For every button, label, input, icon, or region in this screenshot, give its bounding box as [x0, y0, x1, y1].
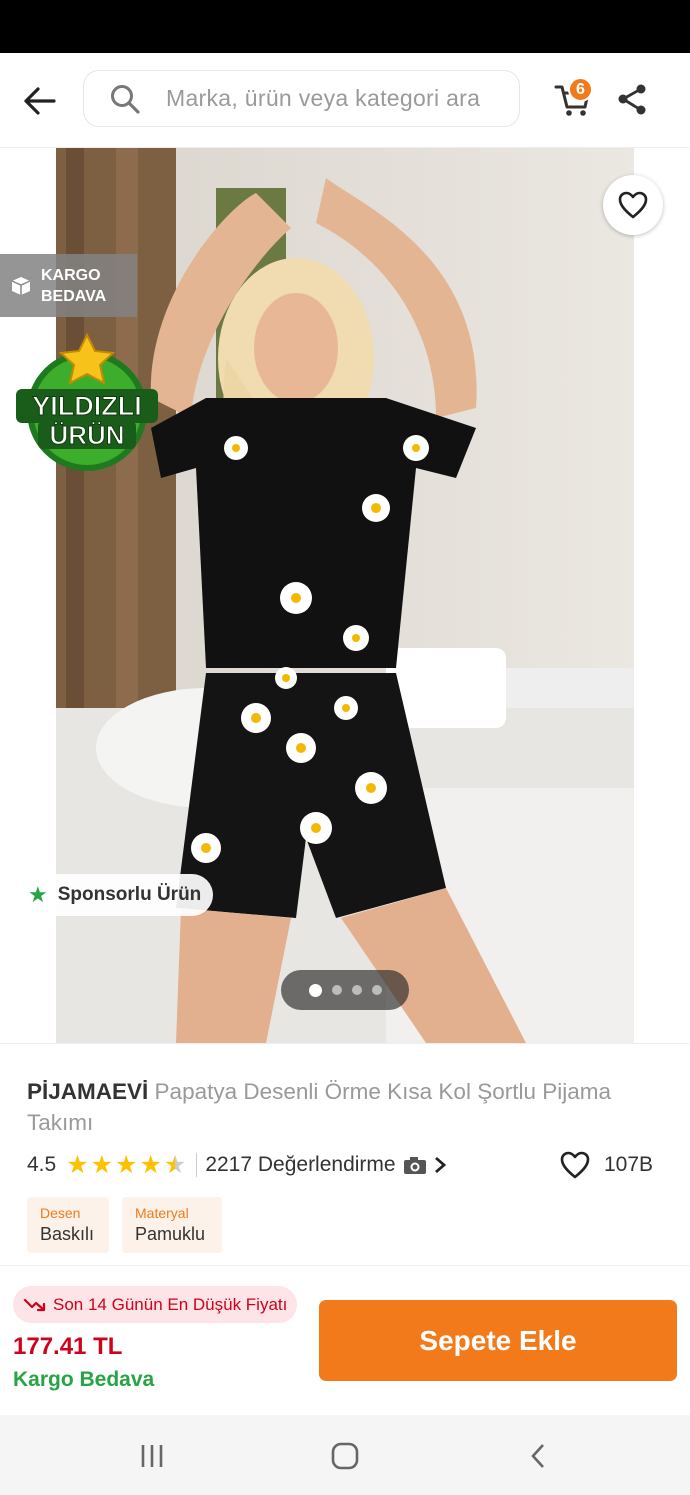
star-icon: ★	[66, 1150, 89, 1179]
add-to-cart-button[interactable]: Sepete Ekle	[319, 1300, 677, 1381]
yildizli-line-2: ÜRÜN	[49, 420, 124, 450]
chevron-left-icon	[531, 1444, 544, 1468]
camera-icon	[403, 1157, 426, 1174]
review-count: 2217 Değerlendirme	[205, 1153, 396, 1176]
home-icon	[331, 1442, 359, 1470]
lowest-price-badge: Son 14 Günün En Düşük Fiyatı	[13, 1286, 298, 1323]
sponsored-label: Sponsorlu Ürün	[57, 884, 202, 905]
pager-dot[interactable]	[351, 985, 362, 995]
attribute-value: Baskılı	[40, 1224, 95, 1244]
lowest-price-label: Son 14 Günün En Düşük Fiyatı	[53, 1294, 288, 1314]
heart-icon	[618, 191, 648, 219]
box-icon	[11, 276, 31, 295]
pager-dot[interactable]	[308, 983, 322, 997]
sponsored-tag: ★ Sponsorlu Ürün	[18, 874, 214, 916]
star-icon: ★	[28, 882, 48, 907]
star-icon: ★	[139, 1150, 162, 1179]
product-gallery[interactable]: KARGO BEDAVA YILDIZLI ÜRÜN ★ Sponsorlu Ü…	[0, 148, 690, 1043]
back-nav-button[interactable]	[518, 1439, 558, 1473]
status-bar	[0, 0, 690, 53]
arrow-left-icon	[24, 87, 56, 115]
starred-product-badge: YILDIZLI ÜRÜN	[12, 332, 162, 475]
recents-button[interactable]	[132, 1439, 172, 1473]
attribute-value: Pamuklu	[135, 1224, 206, 1244]
brand-name[interactable]: PİJAMAEVİ	[27, 1079, 148, 1104]
image-pager[interactable]	[281, 970, 409, 1010]
star-icon: ★	[115, 1150, 138, 1179]
favorite-button[interactable]	[603, 175, 663, 235]
search-icon	[108, 82, 142, 116]
trend-down-icon	[23, 1298, 46, 1311]
recents-icon	[141, 1445, 163, 1467]
product-details: PİJAMAEVİ Papatya Desenli Örme Kısa Kol …	[0, 1043, 690, 1265]
half-star-icon: ★	[163, 1150, 187, 1179]
price: 177.41 TL	[13, 1333, 123, 1360]
heart-icon	[560, 1151, 590, 1179]
share-button[interactable]	[614, 81, 654, 121]
kargo-line-2: BEDAVA	[41, 287, 107, 305]
rating-value: 4.5	[27, 1153, 57, 1176]
attribute-chip: Desen Baskılı	[27, 1197, 109, 1253]
yildizli-line-1: YILDIZLI	[32, 391, 142, 421]
top-bar: 6	[0, 53, 690, 148]
shipping-info: Kargo Bedava	[13, 1368, 155, 1391]
back-button[interactable]	[18, 81, 62, 121]
cart-count-badge: 6	[568, 77, 593, 102]
purchase-bar: Son 14 Günün En Düşük Fiyatı 177.41 TL K…	[0, 1265, 690, 1415]
home-button[interactable]	[325, 1439, 365, 1473]
search-input[interactable]	[166, 85, 516, 112]
rating-stars: ★ ★ ★ ★ ★	[66, 1150, 188, 1179]
divider	[196, 1153, 198, 1177]
favorites-count[interactable]: 107B	[560, 1150, 653, 1180]
attribute-key: Desen	[40, 1205, 81, 1221]
favorites-value: 107B	[604, 1153, 654, 1176]
star-icon: ★	[90, 1150, 114, 1179]
share-icon	[618, 84, 646, 115]
pager-dot[interactable]	[331, 985, 342, 995]
attribute-key: Materyal	[135, 1205, 189, 1221]
search-bar[interactable]	[83, 70, 520, 127]
system-nav-bar	[0, 1415, 690, 1495]
free-shipping-badge: KARGO BEDAVA	[0, 254, 137, 317]
kargo-line-1: KARGO	[41, 266, 101, 284]
chevron-right-icon	[434, 1156, 446, 1174]
attribute-chip: Materyal Pamuklu	[122, 1197, 222, 1253]
reviews-link[interactable]: 2217 Değerlendirme	[205, 1153, 446, 1177]
pager-dot[interactable]	[371, 985, 382, 995]
product-title: PİJAMAEVİ Papatya Desenli Örme Kısa Kol …	[27, 1076, 647, 1138]
